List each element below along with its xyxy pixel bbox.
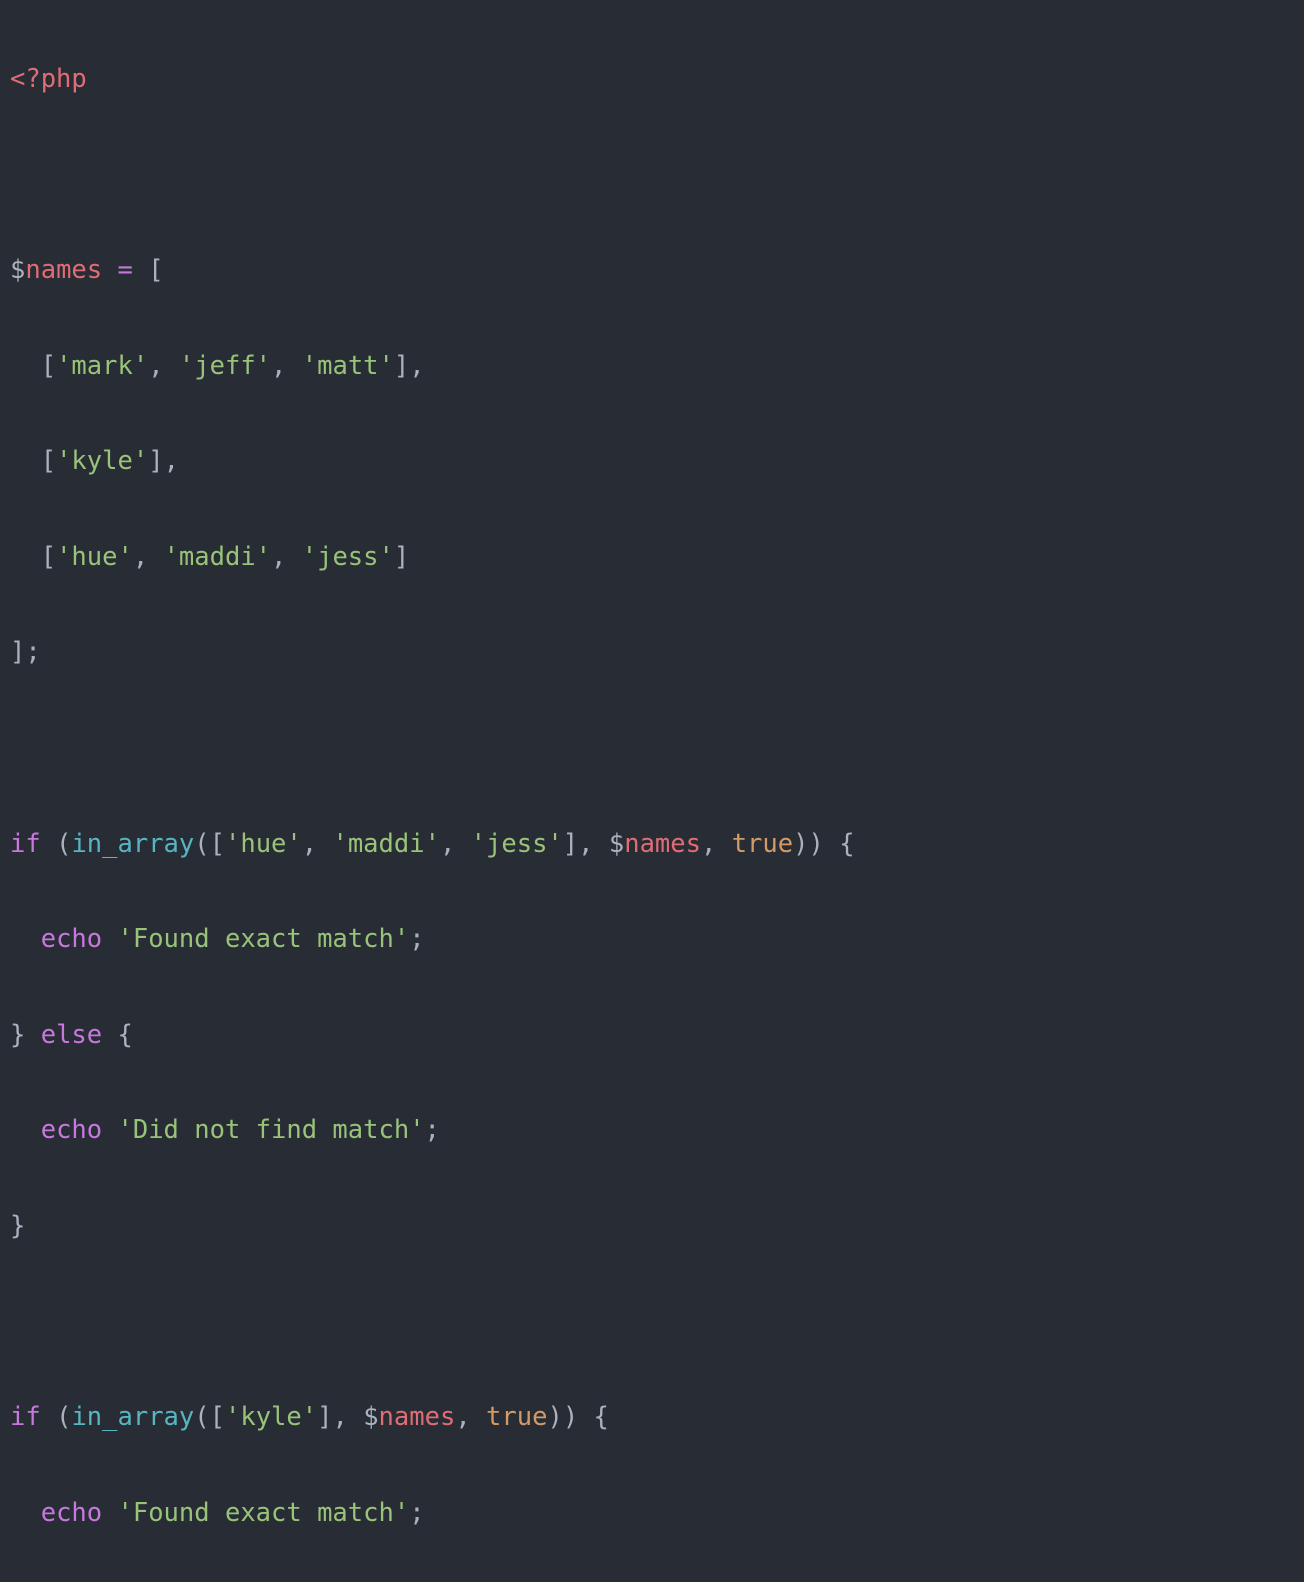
- code-line: echo 'Did not find match';: [10, 1107, 1294, 1155]
- code-line: ];: [10, 629, 1294, 677]
- code-line: ['mark', 'jeff', 'matt'],: [10, 343, 1294, 391]
- dollar: $: [10, 255, 25, 285]
- bool-true: true: [732, 829, 793, 859]
- code-line: echo 'Found exact match';: [10, 1490, 1294, 1538]
- string-literal: 'matt': [302, 351, 394, 381]
- code-editor[interactable]: <?php $names = [ ['mark', 'jeff', 'matt'…: [0, 0, 1304, 1582]
- string-literal: 'jess': [302, 542, 394, 572]
- code-line: [10, 725, 1294, 773]
- code-line: [10, 1299, 1294, 1347]
- code-line: [10, 151, 1294, 199]
- code-line: } else {: [10, 1012, 1294, 1060]
- function-in-array: in_array: [71, 829, 194, 859]
- code-line: ['kyle'],: [10, 438, 1294, 486]
- string-literal: 'jeff': [179, 351, 271, 381]
- code-line: $names = [: [10, 247, 1294, 295]
- code-line: }: [10, 1203, 1294, 1251]
- code-line: ['hue', 'maddi', 'jess']: [10, 534, 1294, 582]
- keyword-echo: echo: [41, 924, 102, 954]
- code-line: if (in_array(['kyle'], $names, true)) {: [10, 1394, 1294, 1442]
- keyword-if: if: [10, 829, 41, 859]
- string-literal: 'Did not find match': [118, 1115, 425, 1145]
- code-line: echo 'Found exact match';: [10, 916, 1294, 964]
- string-literal: 'mark': [56, 351, 148, 381]
- code-line: if (in_array(['hue', 'maddi', 'jess'], $…: [10, 821, 1294, 869]
- bracket-open: [: [148, 255, 163, 285]
- var-names: names: [25, 255, 102, 285]
- string-literal: 'Found exact match': [118, 924, 410, 954]
- string-literal: 'hue': [56, 542, 133, 572]
- keyword-else: else: [41, 1020, 102, 1050]
- code-line: <?php: [10, 56, 1294, 104]
- string-literal: 'maddi': [164, 542, 271, 572]
- string-literal: 'kyle': [56, 446, 148, 476]
- assign-op: =: [117, 255, 132, 285]
- php-open-tag: <?php: [10, 64, 87, 94]
